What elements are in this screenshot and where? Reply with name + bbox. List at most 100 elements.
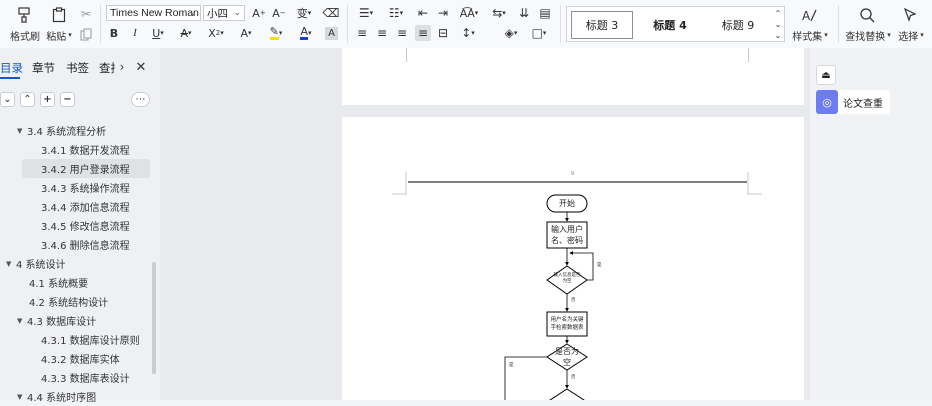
italic-icon[interactable]: I [128, 26, 142, 40]
format-painter-button[interactable]: 格式刷 [9, 28, 41, 43]
style-set-button[interactable]: 样式集 ▾ [790, 28, 830, 43]
toc-item[interactable]: 3.4.4 添加信息流程 [41, 197, 130, 216]
style-heading-9[interactable]: 标题 9 [707, 11, 769, 39]
toc-item-label: 4.1 系统概要 [29, 279, 89, 290]
move-up-button[interactable]: ⌃ [20, 92, 35, 107]
document-page[interactable]: 9 开始 输入用户 名、密码 输入信息是否 为空 是 否 用户名为关键 字检索数… [342, 117, 804, 400]
expand-arrow-icon[interactable]: ▼ [17, 317, 27, 325]
tab-toc[interactable]: 目录 [0, 60, 23, 79]
underline-icon[interactable]: U ▾ [148, 26, 168, 40]
increase-indent-icon[interactable]: ⇥ [436, 6, 450, 20]
collapse-all-button[interactable]: ⌄ [0, 92, 15, 107]
eject-button[interactable]: ⏏ [816, 65, 836, 85]
bullet-list-icon[interactable]: ☰ ▾ [356, 6, 376, 20]
cut-icon[interactable]: ✂ [78, 6, 94, 22]
gallery-scroll-up-icon[interactable]: ⌃ [772, 8, 784, 18]
toc-item[interactable]: ▼ 4.4 系统时序图 [17, 387, 96, 406]
font-size-dropdown[interactable]: 小四 ⌄ [203, 5, 245, 21]
paste-button[interactable]: 粘贴 ▾ [44, 28, 74, 43]
find-replace-button[interactable]: 查找替换 ▾ [845, 28, 891, 43]
decrease-indent-icon[interactable]: ⇤ [416, 6, 430, 20]
ribbon-separator [560, 5, 561, 43]
font-name-dropdown[interactable]: Times New Roman ⌄ [106, 5, 201, 21]
remove-item-button[interactable]: − [60, 92, 75, 107]
align-left-icon[interactable]: ≡ [355, 26, 369, 40]
character-shading-icon[interactable]: A [325, 27, 338, 40]
font-size-value: 小四 [207, 7, 228, 20]
add-item-button[interactable]: + [40, 92, 55, 107]
align-center-icon[interactable]: ≡ [375, 26, 389, 40]
select-button[interactable]: 选择 ▾ [895, 28, 927, 43]
toc-item[interactable]: 4.2 系统结构设计 [29, 292, 108, 311]
paper-check-button[interactable]: ◎ 论文查重 [816, 90, 890, 114]
eject-icon: ⏏ [821, 69, 831, 81]
toc-item-label: 3.4.6 删除信息流程 [41, 241, 130, 252]
align-right-icon[interactable]: ≡ [395, 26, 409, 40]
gallery-scroll-down-icon[interactable]: ⌄ [772, 19, 784, 29]
toc-item[interactable]: 3.4.1 数据开发流程 [41, 140, 130, 159]
copy-icon[interactable] [78, 26, 94, 42]
sort-icon[interactable]: ⇆ ▾ [488, 6, 510, 20]
flow-input-line1: 输入用户 [551, 225, 583, 234]
search-icon[interactable] [858, 6, 876, 24]
chevron-right-icon[interactable]: › [116, 60, 128, 74]
increase-font-icon[interactable]: A + [252, 6, 266, 20]
toc-item[interactable]: 4.3.2 数据库实体 [41, 349, 120, 368]
phonetic-guide-icon[interactable]: 变 ▾ [294, 6, 314, 20]
shading-icon[interactable]: ◈ ▾ [500, 26, 522, 40]
paste-label: 粘贴 [46, 31, 67, 43]
font-color-icon[interactable]: A ▾ [295, 26, 317, 40]
expand-arrow-icon[interactable]: ▼ [17, 393, 27, 401]
distribute-icon[interactable]: ⊟ [436, 26, 450, 40]
tab-chapter[interactable]: 章节 [32, 60, 55, 76]
bold-icon[interactable]: B [107, 26, 121, 40]
flow-query-line2: 字检索数据表 [550, 325, 584, 331]
style-set-icon[interactable]: A [800, 6, 818, 24]
style-heading-9-label: 标题 9 [721, 19, 755, 32]
text-direction-icon[interactable]: A͡A ▾ [457, 6, 481, 20]
line-spacing-icon[interactable]: ↕ ▾ [457, 26, 479, 40]
table-icon[interactable]: ▤ [537, 6, 553, 20]
toc-item[interactable]: 3.4.3 系统操作流程 [41, 178, 130, 197]
text-effect-icon[interactable]: A ▾ [236, 26, 256, 40]
decrease-font-icon[interactable]: A − [272, 6, 286, 20]
sidebar-scrollbar[interactable] [152, 262, 156, 374]
toc-item[interactable]: 4.3.1 数据库设计原则 [41, 330, 140, 349]
toc-item-label: 3.4.2 用户登录流程 [41, 165, 130, 176]
style-heading-3[interactable]: 标题 3 [571, 11, 633, 39]
highlight-icon[interactable]: ✎ ▾ [265, 26, 287, 40]
style-heading-4[interactable]: 标题 4 [639, 11, 701, 39]
close-icon[interactable]: ✕ [134, 60, 148, 75]
toc-item[interactable]: 4.3.3 数据库表设计 [41, 368, 130, 387]
more-options-button[interactable]: ⋯ [131, 92, 150, 107]
toc-item[interactable]: ▼ 4 系统设计 [6, 254, 66, 273]
tab-bookmark[interactable]: 书签 [66, 60, 89, 76]
toc-item-label: 4.2 系统结构设计 [29, 298, 109, 309]
toc-item[interactable]: 4.1 系统概要 [29, 273, 88, 292]
gallery-expand-icon[interactable]: ⌄ [772, 30, 784, 40]
clear-format-icon[interactable]: ⌫ [323, 6, 340, 20]
border-icon[interactable]: □ ▾ [528, 26, 550, 40]
document-page-previous[interactable] [342, 48, 804, 105]
cursor-icon[interactable] [901, 6, 919, 24]
expand-arrow-icon[interactable]: ▼ [6, 260, 16, 268]
toc-item[interactable]: ▼ 3.4 系统流程分析 [17, 121, 106, 140]
strikethrough-icon[interactable]: A ▾ [176, 26, 196, 40]
flow-yes-label: 是 [597, 263, 602, 268]
expand-arrow-icon[interactable]: ▼ [17, 127, 27, 135]
toc-item-label: 4.3 数据库设计 [27, 317, 97, 328]
justify-icon[interactable]: ≡ [415, 25, 431, 41]
tab-bookmark-label: 书签 [66, 61, 89, 75]
superscript-icon[interactable]: X 2 ▾ [205, 26, 227, 40]
toc-item[interactable]: ▼ 4.3 数据库设计 [17, 311, 96, 330]
tab-find[interactable]: 查找 [99, 60, 115, 76]
paste-icon[interactable] [50, 6, 68, 24]
style-heading-4-label: 标题 4 [653, 19, 687, 32]
numbered-list-icon[interactable]: ☷ ▾ [386, 6, 406, 20]
toc-item[interactable]: 3.4.5 修改信息流程 [41, 216, 130, 235]
format-painter-icon[interactable] [15, 6, 33, 24]
asian-layout-icon[interactable]: ⇊ [517, 6, 531, 20]
toc-item[interactable]: 3.4.6 删除信息流程 [41, 235, 130, 254]
document-canvas[interactable]: 9 开始 输入用户 名、密码 输入信息是否 为空 是 否 用户名为关键 字检索数… [160, 48, 810, 400]
toc-item-selected[interactable]: 3.4.2 用户登录流程 [22, 159, 150, 178]
